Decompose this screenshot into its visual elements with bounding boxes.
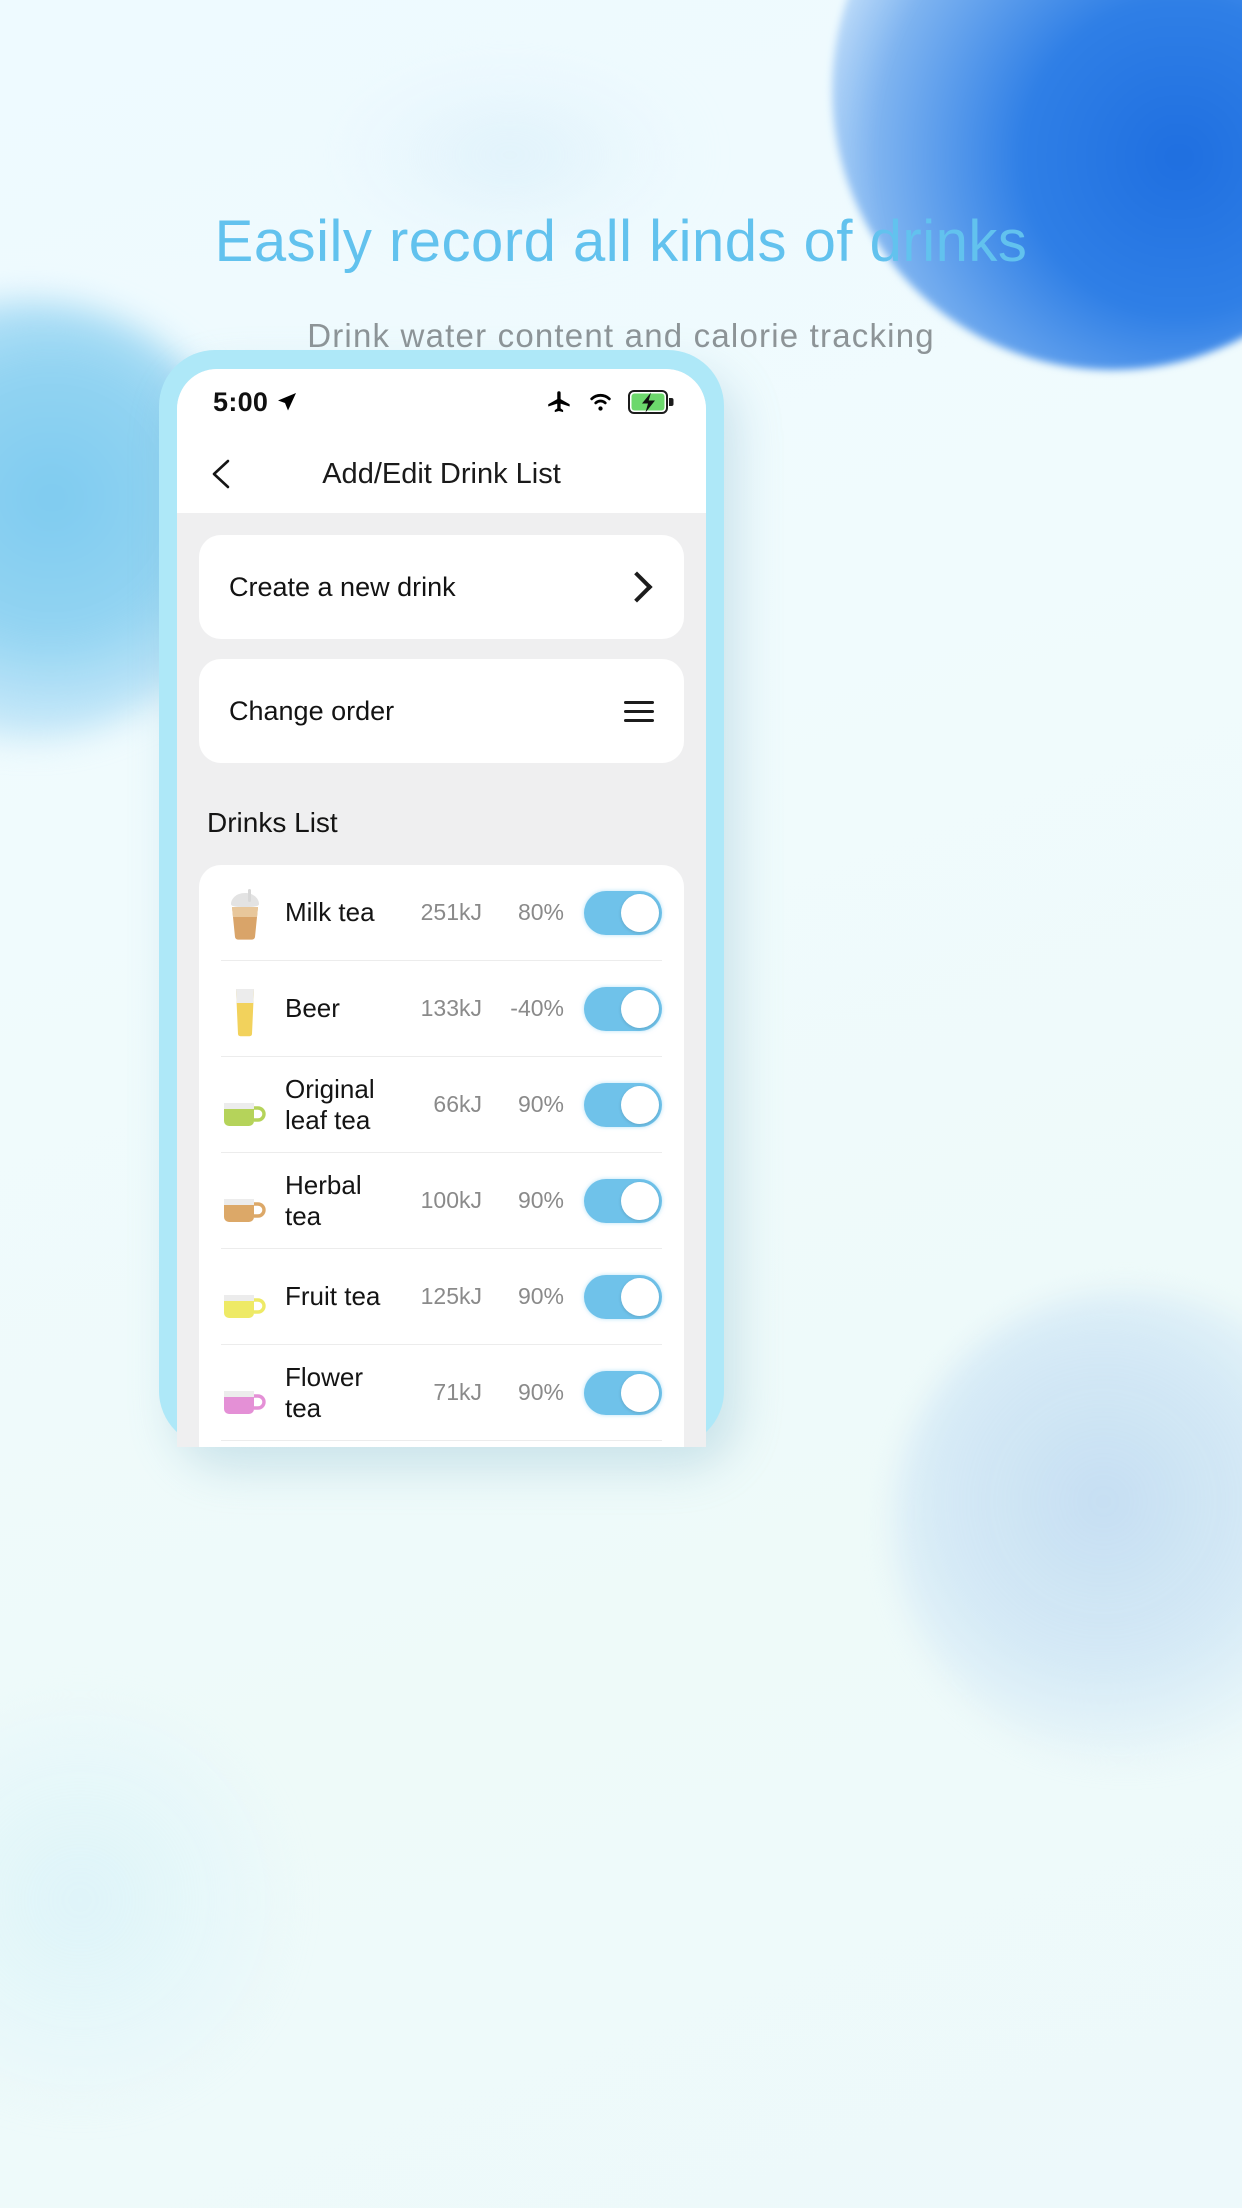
drink-name: Beer — [285, 993, 340, 1023]
tea-cup-icon — [221, 1269, 269, 1325]
drink-percent: 90% — [517, 1187, 564, 1213]
drink-percent: 90% — [517, 1379, 564, 1405]
create-new-drink-label: Create a new drink — [229, 571, 456, 602]
background-blob-bottom-left — [0, 1700, 280, 2100]
drink-energy: 133kJ — [420, 995, 482, 1021]
promo-headline: Easily record all kinds of drinks — [214, 209, 1028, 274]
back-button[interactable] — [199, 452, 243, 496]
drink-percent: 90% — [517, 1283, 564, 1309]
battery-charging-icon — [628, 390, 674, 414]
drink-energy: 125kJ — [420, 1283, 482, 1309]
hamburger-icon — [624, 700, 654, 722]
drink-name: Original leaf tea — [285, 1073, 375, 1135]
drink-percent: 80% — [517, 899, 564, 925]
tea-cup-icon — [221, 1173, 269, 1229]
drink-toggle[interactable] — [584, 1178, 662, 1223]
promo-subheadline: Drink water content and calorie tracking — [307, 317, 935, 354]
drink-row-beer[interactable]: Beer 133kJ -40% — [221, 961, 662, 1057]
chevron-right-icon — [621, 571, 653, 603]
drink-row-milk-tea[interactable]: Milk tea 251kJ 80% — [221, 865, 662, 961]
airplane-mode-icon — [548, 390, 570, 412]
drinks-list: Milk tea 251kJ 80% Beer 133kJ -40% Origi… — [199, 865, 684, 1447]
screen-content: Create a new drink Change order Drinks L… — [177, 513, 706, 1447]
wifi-icon — [590, 393, 611, 411]
promo-page: Easily record all kinds of drinks Drink … — [0, 0, 1242, 2208]
drink-energy: 66kJ — [433, 1091, 482, 1117]
drink-row-red-wine[interactable]: Red Wine 384kJ -95% — [221, 1441, 662, 1447]
drink-row-fruit-tea[interactable]: Fruit tea 125kJ 90% — [221, 1249, 662, 1345]
status-time: 5:00 — [213, 386, 269, 417]
drink-energy: 251kJ — [420, 899, 482, 925]
background-blob-top-right — [832, 0, 1242, 370]
drink-percent: 90% — [517, 1091, 564, 1117]
tea-cup-icon — [221, 1077, 269, 1133]
status-bar-right — [546, 389, 674, 416]
phone-mockup: 5:00 Add/Edit Drink List Create a new dr… — [159, 350, 724, 1447]
drink-toggle[interactable] — [584, 1274, 662, 1319]
change-order-row[interactable]: Change order — [199, 659, 684, 763]
create-new-drink-row[interactable]: Create a new drink — [199, 535, 684, 639]
drink-percent: -40% — [510, 995, 564, 1021]
chevron-left-icon — [212, 459, 230, 489]
drink-row-original-leaf-tea[interactable]: Original leaf tea 66kJ 90% — [221, 1057, 662, 1153]
location-arrow-icon — [278, 393, 297, 411]
drink-row-flower-tea[interactable]: Flower tea 71kJ 90% — [221, 1345, 662, 1441]
status-bar-left: 5:00 — [213, 387, 299, 418]
status-bar: 5:00 — [177, 369, 706, 435]
drink-energy: 71kJ — [433, 1379, 482, 1405]
tea-cup-icon — [221, 1365, 269, 1421]
nav-bar: Add/Edit Drink List — [177, 435, 706, 513]
drink-name: Fruit tea — [285, 1281, 381, 1311]
change-order-label: Change order — [229, 695, 395, 726]
phone-screen: 5:00 Add/Edit Drink List Create a new dr… — [177, 369, 706, 1447]
drink-toggle[interactable] — [584, 890, 662, 935]
page-title: Add/Edit Drink List — [322, 457, 561, 490]
drink-toggle[interactable] — [584, 986, 662, 1031]
background-blob-bottom-right — [892, 1290, 1242, 1760]
drink-name: Milk tea — [285, 897, 375, 927]
beer-glass-icon — [221, 981, 269, 1037]
drinks-list-heading: Drinks List — [207, 807, 338, 838]
milk-tea-cup-icon — [221, 885, 269, 941]
drink-name: Herbal tea — [285, 1169, 362, 1231]
drink-toggle[interactable] — [584, 1082, 662, 1127]
drink-row-herbal-tea[interactable]: Herbal tea 100kJ 90% — [221, 1153, 662, 1249]
drink-energy: 100kJ — [420, 1187, 482, 1213]
drink-name: Flower tea — [285, 1361, 364, 1423]
drink-toggle[interactable] — [584, 1370, 662, 1415]
